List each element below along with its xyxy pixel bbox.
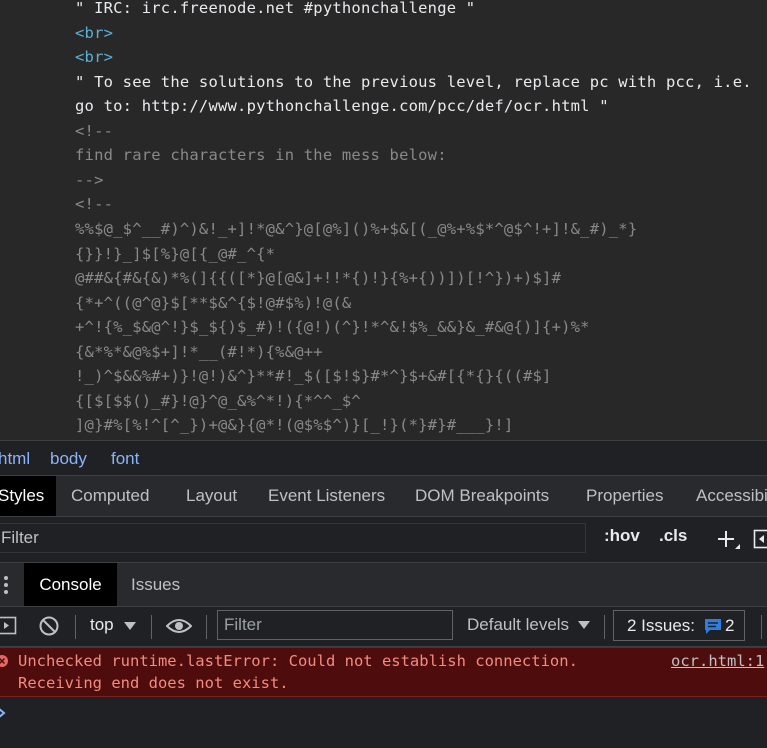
styles-tab-bar: Styles Computed Layout Event Listeners D…: [0, 476, 767, 517]
toolbar-separator: [206, 615, 207, 639]
toolbar-separator: [761, 615, 762, 639]
source-line[interactable]: <!--: [75, 119, 113, 143]
console-filter-input[interactable]: Filter: [217, 610, 453, 640]
tab-issues[interactable]: Issues: [131, 563, 180, 606]
source-line[interactable]: !_)^$&&%#+)}!@!)&^}**#!_$([$!$}#*^}$+&#[…: [75, 364, 552, 388]
source-line[interactable]: <br>: [75, 21, 113, 45]
tab-accessibility[interactable]: Accessibility: [696, 476, 767, 516]
breadcrumb-html[interactable]: html: [0, 449, 30, 469]
source-line[interactable]: {&*%*&@%$+]!*__(#!*){%&@++: [75, 340, 323, 364]
source-line[interactable]: <br>: [75, 45, 113, 69]
elements-source-view: " IRC: irc.freenode.net #pythonchallenge…: [0, 0, 767, 440]
error-icon: [0, 655, 8, 667]
source-line[interactable]: {}}!}_]$[%}@[{_@#_^{*: [75, 242, 275, 266]
hov-toggle[interactable]: :hov: [604, 526, 640, 546]
source-line[interactable]: {*+^((@^@}$[**$&^{$!@#$%)!@(&: [75, 291, 351, 315]
console-error-message: Unchecked runtime.lastError: Could not e…: [0, 647, 767, 697]
plus-icon[interactable]: [717, 529, 743, 553]
toolbar-separator: [151, 615, 152, 639]
drawer-tab-bar: Console Issues: [0, 563, 767, 607]
source-line[interactable]: @##&{#&{&)*%(]{{([*}@[@&]+!!*{)!}{%+{))]…: [75, 266, 561, 290]
issues-button[interactable]: 2 Issues: 2: [613, 610, 745, 641]
error-text-line-1: Unchecked runtime.lastError: Could not e…: [18, 652, 578, 670]
clear-console-icon[interactable]: [38, 615, 60, 637]
source-line[interactable]: %%$@_$^__#)^)&!_+]!*@&^}@[@%]()%+$&[(_@%…: [75, 217, 637, 241]
source-line[interactable]: ]@}#%[%!^[^_})+@&}{@*!(@$%$^)}[_!}(*}#}#…: [75, 413, 513, 437]
source-line[interactable]: go to: http://www.pythonchallenge.com/pc…: [75, 94, 609, 118]
context-selector[interactable]: top: [90, 615, 114, 635]
source-line[interactable]: " IRC: irc.freenode.net #pythonchallenge…: [75, 0, 475, 20]
styles-filter-input[interactable]: Filter: [0, 523, 586, 553]
console-toolbar: top Filter Default levels 2 Issues: 2: [0, 607, 767, 647]
tab-dom-breakpoints[interactable]: DOM Breakpoints: [415, 476, 549, 516]
kebab-menu-icon[interactable]: [3, 575, 9, 595]
sidebar-show-icon[interactable]: [0, 616, 19, 636]
message-icon: [705, 619, 721, 634]
issues-count: 2: [725, 616, 735, 635]
source-line[interactable]: {[$[$$()_#}!@}^@_&%^*!){*^^_$^: [75, 389, 361, 413]
source-line[interactable]: " To see the solutions to the previous l…: [75, 70, 752, 94]
breadcrumb: html body font: [0, 440, 767, 476]
source-line[interactable]: find rare characters in the mess below:: [75, 143, 447, 167]
sidebar-toggle-icon[interactable]: [753, 528, 767, 550]
tab-properties[interactable]: Properties: [586, 476, 663, 516]
error-source-link[interactable]: ocr.html:1: [671, 652, 764, 670]
breadcrumb-font[interactable]: font: [111, 449, 139, 469]
console-prompt[interactable]: [0, 697, 767, 748]
tab-styles[interactable]: Styles: [0, 476, 56, 516]
error-text-line-2: Receiving end does not exist.: [18, 674, 289, 692]
cls-toggle[interactable]: .cls: [659, 526, 687, 546]
breadcrumb-body[interactable]: body: [50, 449, 87, 469]
tab-console[interactable]: Console: [24, 563, 117, 606]
tab-computed[interactable]: Computed: [71, 476, 149, 516]
chevron-down-icon: [578, 621, 590, 629]
tab-layout[interactable]: Layout: [186, 476, 237, 516]
source-line[interactable]: <!--: [75, 192, 113, 216]
prompt-chevron-icon: [0, 708, 6, 718]
tab-event-listeners[interactable]: Event Listeners: [268, 476, 385, 516]
toolbar-separator: [75, 615, 76, 639]
source-line[interactable]: +^!{%_$&@^!}$_${)$_#)!({@!)(^}!*^&!$%_&&…: [75, 315, 590, 339]
styles-toolbar: Filter :hov .cls: [0, 517, 767, 563]
log-levels-dropdown[interactable]: Default levels: [467, 615, 569, 635]
source-line[interactable]: -->: [75, 168, 104, 192]
chevron-down-icon: [124, 622, 136, 630]
eye-icon[interactable]: [166, 617, 192, 635]
issues-label: 2 Issues:: [627, 616, 696, 635]
toolbar-separator: [604, 615, 605, 639]
